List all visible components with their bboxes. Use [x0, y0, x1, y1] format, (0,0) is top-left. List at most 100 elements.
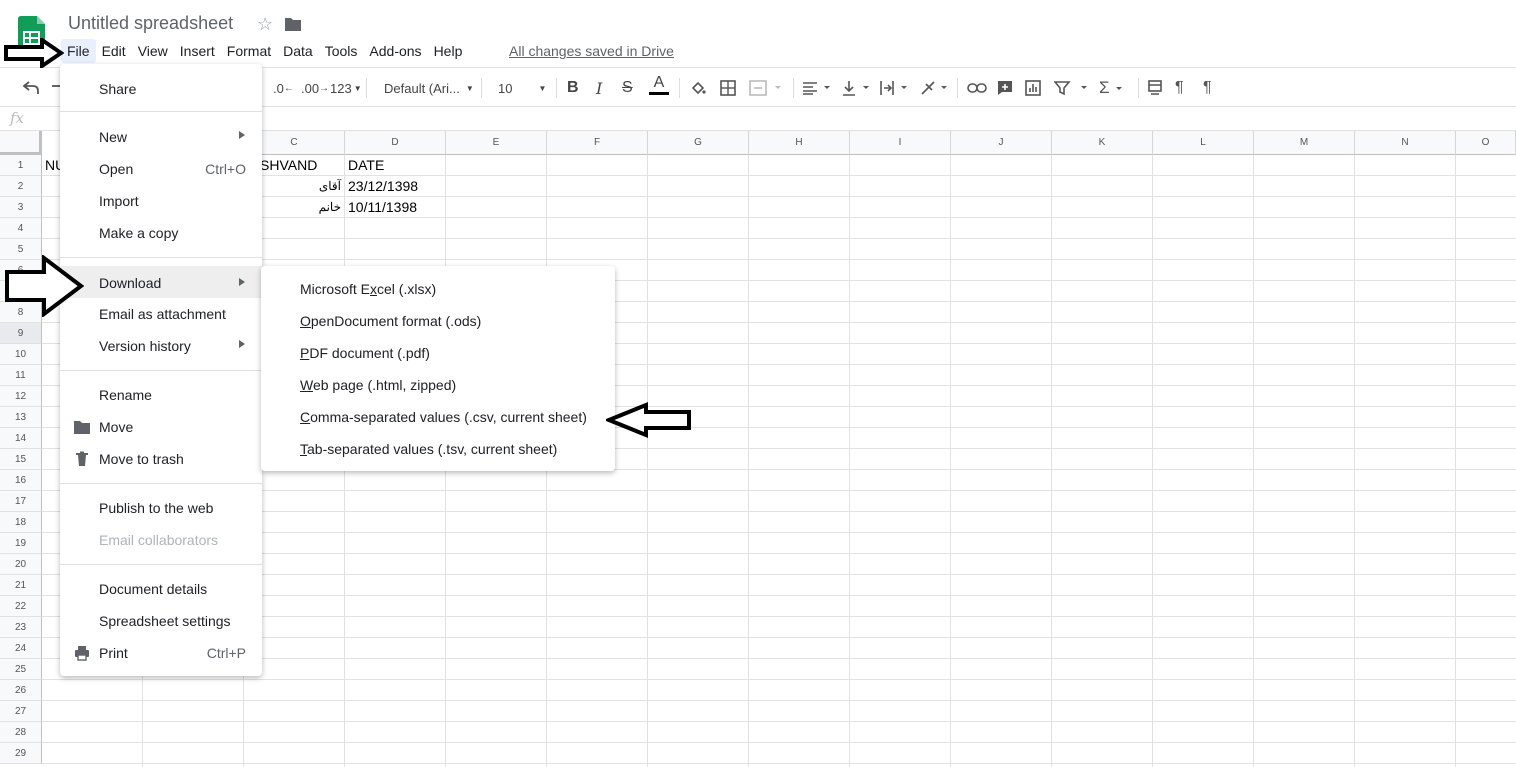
row-header-12[interactable]: 12 [0, 386, 42, 407]
menu-format[interactable]: Format [221, 39, 277, 63]
row-header-22[interactable]: 22 [0, 596, 42, 617]
menu-item-download-pdf[interactable]: PDF document (.pdf) [261, 337, 615, 369]
menu-item-download-tsv[interactable]: Tab-separated values (.tsv, current shee… [261, 433, 615, 465]
row-header-28[interactable]: 28 [0, 722, 42, 743]
row-header-24[interactable]: 24 [0, 638, 42, 659]
menu-insert[interactable]: Insert [174, 39, 221, 63]
row-header-26[interactable]: 26 [0, 680, 42, 701]
row-header-4[interactable]: 4 [0, 218, 42, 239]
redo-icon[interactable] [52, 78, 60, 98]
row-header-10[interactable]: 10 [0, 344, 42, 365]
menu-item-share[interactable]: Share [60, 73, 262, 103]
row-header-27[interactable]: 27 [0, 701, 42, 722]
row-header-1[interactable]: 1 [0, 155, 42, 176]
row-header-2[interactable]: 2 [0, 176, 42, 197]
row-header-21[interactable]: 21 [0, 575, 42, 596]
row-header-13[interactable]: 13 [0, 407, 42, 428]
text-rotation-icon[interactable] [920, 78, 950, 98]
fill-color-icon[interactable] [690, 78, 706, 98]
row-header-9[interactable]: 9 [0, 323, 42, 344]
bold-icon[interactable]: B [567, 78, 579, 98]
row-header-17[interactable]: 17 [0, 491, 42, 512]
menu-tools[interactable]: Tools [319, 39, 364, 63]
text-color-icon[interactable]: A [649, 74, 669, 102]
menu-item-download-csv[interactable]: Comma-separated values (.csv, current sh… [261, 401, 615, 433]
column-header-g[interactable]: G [648, 131, 749, 155]
menu-item-make-copy[interactable]: Make a copy [60, 217, 262, 247]
rtl-paragraph-icon[interactable]: ¶ [1203, 78, 1212, 98]
menu-item-rename[interactable]: Rename [60, 379, 262, 409]
menu-item-download-ods[interactable]: OpenDocument format (.ods) [261, 305, 615, 337]
row-header-3[interactable]: 3 [0, 197, 42, 218]
text-wrapping-icon[interactable] [880, 78, 910, 98]
functions-icon[interactable]: Σ [1099, 78, 1124, 98]
horizontal-align-icon[interactable] [803, 78, 833, 98]
document-title[interactable]: Untitled spreadsheet [68, 13, 233, 34]
menu-addons[interactable]: Add-ons [363, 39, 427, 63]
row-header-14[interactable]: 14 [0, 428, 42, 449]
merge-cells-icon[interactable] [749, 78, 783, 98]
menu-data[interactable]: Data [277, 39, 319, 63]
insert-link-icon[interactable] [967, 78, 987, 98]
menu-file[interactable]: File [61, 39, 96, 63]
column-header-j[interactable]: J [951, 131, 1052, 155]
menu-item-move[interactable]: Move [60, 411, 262, 441]
font-family-dropdown[interactable]: Default (Ari... ▼ [384, 78, 474, 98]
column-header-d[interactable]: D [345, 131, 446, 155]
cell-d3[interactable]: 10/11/1398 [348, 197, 417, 218]
menu-item-download[interactable]: Download [60, 266, 262, 298]
row-header-29[interactable]: 29 [0, 743, 42, 764]
cell-c1[interactable]: SHVAND [260, 155, 317, 176]
cell-d2[interactable]: 23/12/1398 [348, 176, 418, 197]
menu-item-print[interactable]: Print Ctrl+P [60, 637, 262, 667]
freeze-icon[interactable] [1148, 78, 1162, 98]
column-header-l[interactable]: L [1153, 131, 1254, 155]
menu-item-version-history[interactable]: Version history [60, 330, 262, 360]
menu-item-import[interactable]: Import [60, 185, 262, 215]
insert-comment-icon[interactable] [997, 78, 1013, 98]
row-header-25[interactable]: 25 [0, 659, 42, 680]
star-icon[interactable]: ☆ [257, 14, 273, 35]
column-header-h[interactable]: H [749, 131, 850, 155]
borders-icon[interactable] [720, 78, 736, 98]
italic-icon[interactable]: I [596, 78, 602, 98]
menu-item-download-xlsx[interactable]: Microsoft Excel (.xlsx) [261, 273, 615, 305]
menu-item-doc-details[interactable]: Document details [60, 573, 262, 603]
column-header-k[interactable]: K [1052, 131, 1153, 155]
font-size-dropdown[interactable]: 10 ▼ [498, 78, 548, 98]
row-header-20[interactable]: 20 [0, 554, 42, 575]
filter-icon[interactable] [1054, 78, 1090, 98]
undo-icon[interactable] [22, 78, 40, 98]
menu-item-move-trash[interactable]: Move to trash [60, 443, 262, 473]
ltr-paragraph-icon[interactable]: ¶ [1175, 78, 1184, 98]
column-header-m[interactable]: M [1254, 131, 1355, 155]
vertical-align-icon[interactable] [842, 78, 872, 98]
select-all-corner[interactable] [0, 131, 42, 155]
menu-item-settings[interactable]: Spreadsheet settings [60, 605, 262, 635]
row-header-23[interactable]: 23 [0, 617, 42, 638]
column-header-n[interactable]: N [1355, 131, 1456, 155]
column-header-e[interactable]: E [446, 131, 547, 155]
number-format-dropdown[interactable]: 123 ▼ [330, 78, 362, 98]
menu-view[interactable]: View [132, 39, 174, 63]
folder-icon[interactable] [285, 17, 301, 31]
menu-item-email-attachment[interactable]: Email as attachment [60, 298, 262, 328]
menu-item-open[interactable]: Open Ctrl+O [60, 153, 262, 183]
row-header-16[interactable]: 16 [0, 470, 42, 491]
menu-item-publish[interactable]: Publish to the web [60, 492, 262, 522]
row-header-15[interactable]: 15 [0, 449, 42, 470]
row-header-11[interactable]: 11 [0, 365, 42, 386]
row-header-18[interactable]: 18 [0, 512, 42, 533]
row-header-19[interactable]: 19 [0, 533, 42, 554]
menu-help[interactable]: Help [428, 39, 469, 63]
column-header-i[interactable]: I [850, 131, 951, 155]
decrease-decimal-button[interactable]: .0 ← [273, 78, 294, 98]
increase-decimal-button[interactable]: .00 → [301, 78, 329, 98]
save-status-link[interactable]: All changes saved in Drive [509, 43, 674, 59]
insert-chart-icon[interactable] [1025, 78, 1041, 98]
strikethrough-icon[interactable]: S [622, 78, 633, 98]
menu-item-new[interactable]: New [60, 121, 262, 151]
menu-edit[interactable]: Edit [96, 39, 132, 63]
menu-item-download-html[interactable]: Web page (.html, zipped) [261, 369, 615, 401]
column-header-f[interactable]: F [547, 131, 648, 155]
